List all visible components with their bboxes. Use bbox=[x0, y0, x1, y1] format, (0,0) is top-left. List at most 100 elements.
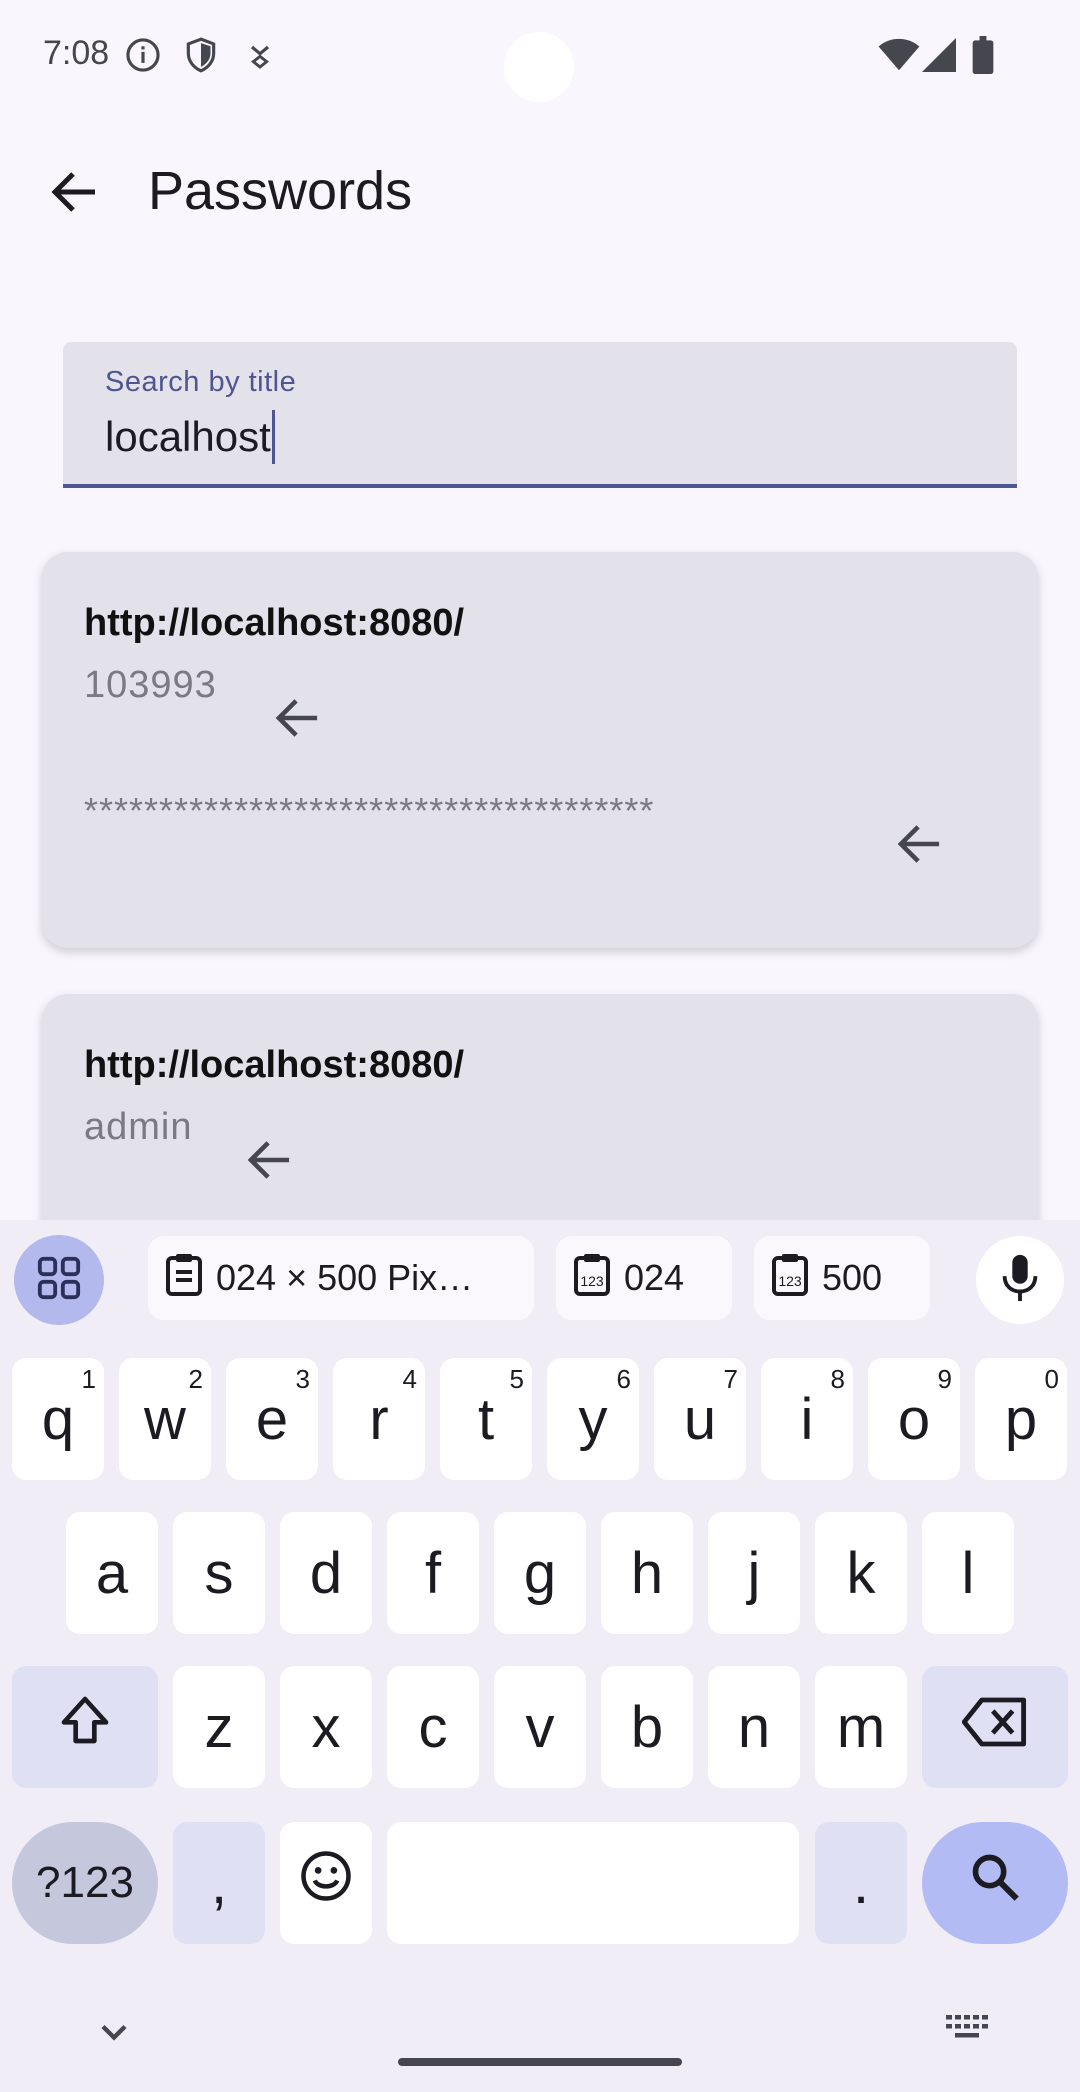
key-s[interactable]: s bbox=[173, 1512, 265, 1634]
keyboard: 024 × 500 Pix… 123 024 123 500 q1 w2 e3 … bbox=[0, 1220, 1080, 2092]
emoji-key[interactable] bbox=[280, 1822, 372, 1944]
key-label: y bbox=[578, 1386, 608, 1452]
key-i[interactable]: i8 bbox=[761, 1358, 853, 1480]
search-key[interactable] bbox=[922, 1822, 1068, 1944]
search-input[interactable]: Search by title localhost bbox=[63, 342, 1017, 488]
search-value[interactable]: localhost bbox=[105, 410, 275, 464]
key-label: e bbox=[255, 1386, 289, 1452]
key-k[interactable]: k bbox=[815, 1512, 907, 1634]
symbols-key[interactable]: ?123 bbox=[12, 1822, 158, 1944]
key-label: s bbox=[204, 1540, 234, 1606]
grid-icon bbox=[36, 1255, 82, 1306]
period-key[interactable]: . bbox=[815, 1822, 907, 1944]
key-label: u bbox=[683, 1386, 717, 1452]
key-x[interactable]: x bbox=[280, 1666, 372, 1788]
key-e[interactable]: e3 bbox=[226, 1358, 318, 1480]
key-label: v bbox=[525, 1694, 555, 1760]
key-label: k bbox=[846, 1540, 876, 1606]
keyboard-icon bbox=[944, 2015, 990, 2046]
search-label: Search by title bbox=[105, 366, 297, 398]
entry-username: admin bbox=[84, 1106, 193, 1148]
key-t[interactable]: t5 bbox=[440, 1358, 532, 1480]
shield-icon bbox=[182, 36, 220, 79]
key-label: d bbox=[309, 1540, 343, 1606]
key-c[interactable]: c bbox=[387, 1666, 479, 1788]
key-j[interactable]: j bbox=[708, 1512, 800, 1634]
entry-title: http://localhost:8080/ bbox=[84, 1044, 465, 1086]
page-title: Passwords bbox=[148, 161, 413, 221]
clipboard-suggestion[interactable]: 024 × 500 Pix… bbox=[148, 1236, 534, 1320]
key-label: ?123 bbox=[36, 1858, 134, 1907]
arrow-back-icon bbox=[247, 1139, 293, 1186]
key-z[interactable]: z bbox=[173, 1666, 265, 1788]
clipboard-suggestion-label: 024 × 500 Pix… bbox=[216, 1257, 474, 1298]
copy-username-button[interactable] bbox=[240, 1132, 300, 1192]
clipboard-suggestion-label: 500 bbox=[822, 1257, 883, 1298]
key-a[interactable]: a bbox=[66, 1512, 158, 1634]
hide-keyboard-button[interactable] bbox=[92, 2010, 136, 2054]
search-text: localhost bbox=[105, 413, 271, 460]
status-bar: 7:08 bbox=[0, 0, 1080, 110]
shift-key[interactable] bbox=[12, 1666, 158, 1788]
key-label: l bbox=[961, 1540, 975, 1606]
svg-text:123: 123 bbox=[580, 1273, 604, 1289]
back-button[interactable] bbox=[40, 156, 110, 232]
microphone-icon bbox=[1000, 1253, 1040, 1308]
copy-password-button[interactable] bbox=[890, 816, 950, 876]
shift-icon bbox=[57, 1692, 113, 1762]
status-time: 7:08 bbox=[43, 34, 110, 72]
key-label: p bbox=[1004, 1386, 1038, 1452]
key-h[interactable]: h bbox=[601, 1512, 693, 1634]
key-label: t bbox=[477, 1386, 495, 1452]
arrow-back-icon bbox=[51, 170, 99, 219]
key-l[interactable]: l bbox=[922, 1512, 1014, 1634]
key-label: b bbox=[630, 1694, 664, 1760]
clipboard-number-icon: 123 bbox=[770, 1252, 810, 1305]
key-label: , bbox=[210, 1850, 228, 1916]
key-label: h bbox=[630, 1540, 664, 1606]
key-o[interactable]: o9 bbox=[868, 1358, 960, 1480]
key-hint: 6 bbox=[616, 1364, 631, 1394]
key-g[interactable]: g bbox=[494, 1512, 586, 1634]
key-label: z bbox=[204, 1694, 234, 1760]
key-q[interactable]: q1 bbox=[12, 1358, 104, 1480]
key-label: . bbox=[852, 1850, 870, 1916]
keyboard-switch-button[interactable] bbox=[944, 2012, 990, 2052]
key-label: w bbox=[144, 1386, 186, 1452]
key-label: q bbox=[41, 1386, 75, 1452]
voice-input-button[interactable] bbox=[976, 1236, 1064, 1324]
key-label: a bbox=[95, 1540, 129, 1606]
gesture-nav-handle[interactable] bbox=[398, 2058, 682, 2066]
password-card[interactable]: http://localhost:8080/ 103993 **********… bbox=[42, 552, 1038, 948]
key-f[interactable]: f bbox=[387, 1512, 479, 1634]
backspace-icon bbox=[961, 1694, 1028, 1761]
key-p[interactable]: p0 bbox=[975, 1358, 1067, 1480]
key-y[interactable]: y6 bbox=[547, 1358, 639, 1480]
battery-icon bbox=[972, 36, 994, 79]
clipboard-suggestion[interactable]: 123 500 bbox=[754, 1236, 930, 1320]
comma-key[interactable]: , bbox=[173, 1822, 265, 1944]
key-w[interactable]: w2 bbox=[119, 1358, 211, 1480]
search-icon bbox=[969, 1850, 1021, 1917]
key-n[interactable]: n bbox=[708, 1666, 800, 1788]
key-r[interactable]: r4 bbox=[333, 1358, 425, 1480]
key-hint: 2 bbox=[188, 1364, 203, 1394]
space-key[interactable] bbox=[387, 1822, 799, 1944]
clipboard-icon bbox=[164, 1252, 204, 1305]
key-d[interactable]: d bbox=[280, 1512, 372, 1634]
backspace-key[interactable] bbox=[922, 1666, 1068, 1788]
key-hint: 1 bbox=[81, 1364, 96, 1394]
wifi-icon bbox=[878, 38, 920, 77]
entry-title: http://localhost:8080/ bbox=[84, 602, 465, 644]
key-label: x bbox=[311, 1694, 341, 1760]
apps-grid-button[interactable] bbox=[14, 1235, 104, 1325]
key-b[interactable]: b bbox=[601, 1666, 693, 1788]
camera-cutout bbox=[504, 32, 574, 102]
key-u[interactable]: u7 bbox=[654, 1358, 746, 1480]
arrow-back-icon bbox=[275, 697, 321, 744]
key-label: g bbox=[523, 1540, 557, 1606]
key-v[interactable]: v bbox=[494, 1666, 586, 1788]
key-m[interactable]: m bbox=[815, 1666, 907, 1788]
copy-username-button[interactable] bbox=[268, 690, 328, 750]
clipboard-suggestion[interactable]: 123 024 bbox=[556, 1236, 732, 1320]
